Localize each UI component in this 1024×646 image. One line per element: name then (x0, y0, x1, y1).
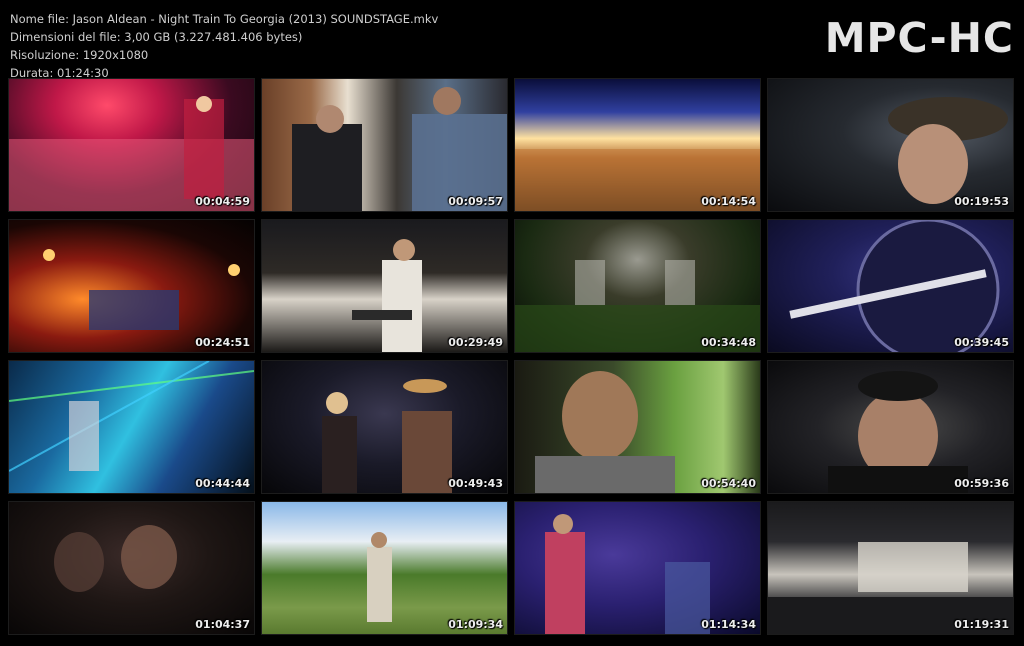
timestamp-label: 00:14:54 (701, 195, 756, 208)
thumbnail-frame: 00:39:45 (768, 220, 1013, 352)
thumbnail-frame: 00:44:44 (9, 361, 254, 493)
aerial-crowd-image (515, 260, 760, 352)
thumbnail-frame: 01:04:37 (9, 502, 254, 634)
thumbnail-frame: 00:34:48 (515, 220, 760, 352)
thumbnail-frame: 00:19:53 (768, 79, 1013, 211)
timestamp-label: 00:04:59 (195, 195, 250, 208)
timestamp-label: 01:09:34 (448, 618, 503, 631)
stadium-crowd-image (515, 149, 760, 211)
thumbnail-frame: 00:14:54 (515, 79, 760, 211)
file-name-text: Nome file: Jason Aldean - Night Train To… (10, 12, 439, 26)
thumbnail-frame: 00:04:59 (9, 79, 254, 211)
timestamp-label: 00:09:57 (448, 195, 503, 208)
timestamp-label: 00:54:40 (701, 477, 756, 490)
thumbnail-frame: 00:54:40 (515, 361, 760, 493)
thumbnail-frame: 00:24:51 (9, 220, 254, 352)
thumbnail-frame: 01:14:34 (515, 502, 760, 634)
resolution-text: Risoluzione: 1920x1080 (10, 48, 149, 62)
timestamp-label: 00:29:49 (448, 336, 503, 349)
timestamp-label: 00:39:45 (954, 336, 1009, 349)
interview-closeup-image (828, 371, 968, 493)
field-scene-image (367, 532, 392, 622)
fan-closeup-image (888, 97, 1008, 204)
timestamp-label: 00:49:43 (448, 477, 503, 490)
thumbnail-frame: 00:49:43 (262, 361, 507, 493)
laser-show-image (9, 361, 254, 472)
stadium-stage-image (768, 542, 1013, 634)
thumbnail-frame: 01:19:31 (768, 502, 1013, 634)
thumbnail-frame: 00:59:36 (768, 361, 1013, 493)
timestamp-label: 00:24:51 (195, 336, 250, 349)
timestamp-label: 00:59:36 (954, 477, 1009, 490)
file-info-block: Nome file: Jason Aldean - Night Train To… (10, 10, 438, 82)
mpc-hc-logo: MPC-HC (824, 14, 1014, 62)
timestamp-label: 00:34:48 (701, 336, 756, 349)
driving-scene-image (535, 371, 675, 493)
concert-crowd-image (9, 96, 254, 211)
thumbnail-frame: 00:09:57 (262, 79, 507, 211)
guitarist-on-stage-image (352, 239, 422, 352)
thumbnail-frame: 00:29:49 (262, 220, 507, 352)
thumbnail-grid: 00:04:59 00:09:57 00:14:54 00:19:53 00:2… (9, 79, 1014, 634)
stage-lights-image (43, 249, 240, 330)
performer-with-fan-image (322, 379, 452, 493)
singer-crowd-image (545, 514, 710, 634)
backstage-scene-image (292, 87, 507, 211)
timestamp-label: 01:19:31 (954, 618, 1009, 631)
audience-closeup-image (54, 525, 177, 592)
thumbnail-frame: 01:09:34 (262, 502, 507, 634)
timestamp-label: 00:44:44 (195, 477, 250, 490)
timestamp-label: 01:14:34 (701, 618, 756, 631)
timestamp-label: 01:04:37 (195, 618, 250, 631)
bass-drum-image (789, 220, 1000, 352)
timestamp-label: 00:19:53 (954, 195, 1009, 208)
file-size-text: Dimensioni del file: 3,00 GB (3.227.481.… (10, 30, 303, 44)
